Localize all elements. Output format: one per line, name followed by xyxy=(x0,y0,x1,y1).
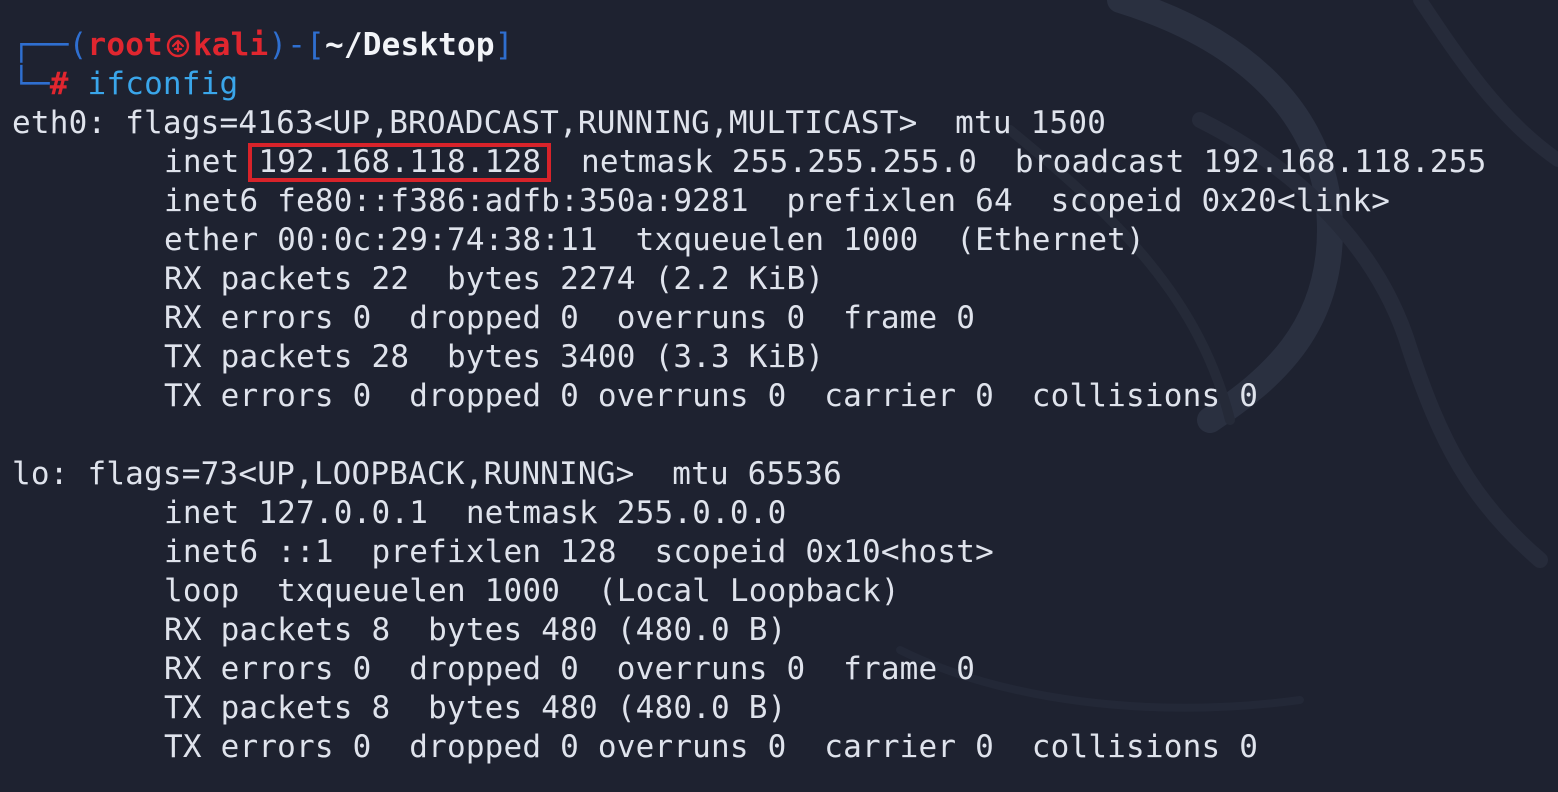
lo-line: inet 127.0.0.1 netmask 255.0.0.0 xyxy=(164,495,787,531)
highlighted-ip-address: 192.168.118.128 xyxy=(248,143,552,182)
kali-dragon-icon xyxy=(166,29,190,58)
lo-line: TX errors 0 dropped 0 overruns 0 carrier… xyxy=(164,729,1259,765)
prompt-line-1: ┌──(root kali)-[~/Desktop] xyxy=(12,26,1558,65)
prompt-user: root xyxy=(87,27,163,63)
eth0-line: RX packets 22 bytes 2274 (2.2 KiB) xyxy=(164,261,825,297)
prompt-hash: # xyxy=(49,66,69,102)
inet-rest: netmask 255.255.255.0 broadcast 192.168.… xyxy=(543,144,1487,180)
lo-line: inet6 ::1 prefixlen 128 scopeid 0x10<hos… xyxy=(164,534,994,570)
prompt-open-bracket: ┌──( xyxy=(12,27,88,63)
eth0-line: TX errors 0 dropped 0 overruns 0 carrier… xyxy=(164,378,1259,414)
eth0-line: RX errors 0 dropped 0 overruns 0 frame 0 xyxy=(164,300,976,336)
lo-header: lo: flags=73<UP,LOOPBACK,RUNNING> mtu 65… xyxy=(12,456,842,492)
lo-line: RX errors 0 dropped 0 overruns 0 frame 0 xyxy=(164,651,976,687)
terminal-output[interactable]: ┌──(root kali)-[~/Desktop] └─# ifconfig e… xyxy=(12,26,1558,792)
lo-line: loop txqueuelen 1000 (Local Loopback) xyxy=(164,573,900,609)
eth0-header: eth0: flags=4163<UP,BROADCAST,RUNNING,MU… xyxy=(12,105,1107,141)
lo-line: RX packets 8 bytes 480 (480.0 B) xyxy=(164,612,787,648)
prompt-mid-bracket: )-[ xyxy=(268,27,325,63)
prompt-line-2: └─# ifconfig xyxy=(12,65,1558,104)
eth0-inet-line: inet 192.168.118.128 netmask 255.255.255… xyxy=(12,143,1558,182)
lo-line: TX packets 8 bytes 480 (480.0 B) xyxy=(164,690,787,726)
inet-label: inet xyxy=(164,144,259,180)
prompt-path: ~/Desktop xyxy=(325,27,495,63)
prompt-second-prefix: └─ xyxy=(12,66,50,102)
command-text: ifconfig xyxy=(68,66,239,102)
prompt-close-bracket: ] xyxy=(494,27,514,63)
eth0-line: inet6 fe80::f386:adfb:350a:9281 prefixle… xyxy=(164,183,1391,219)
prompt-host: kali xyxy=(192,27,269,63)
eth0-line: TX packets 28 bytes 3400 (3.3 KiB) xyxy=(164,339,825,375)
eth0-line: ether 00:0c:29:74:38:11 txqueuelen 1000 … xyxy=(164,222,1145,258)
